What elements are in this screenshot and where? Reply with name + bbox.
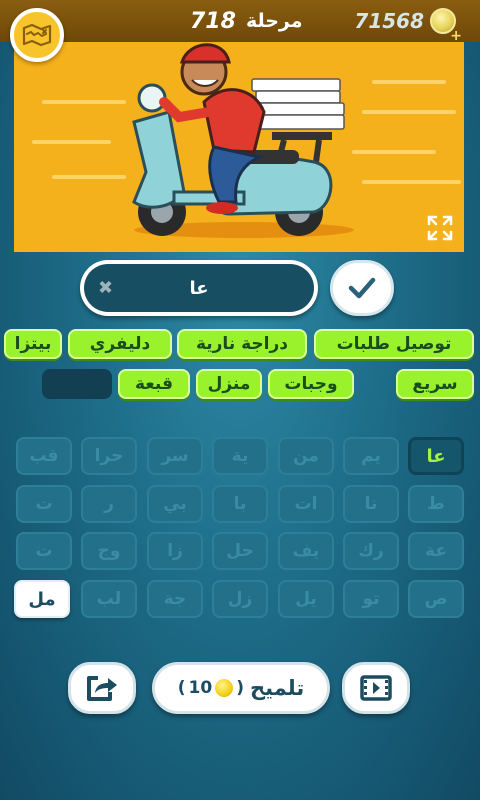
letter-tile[interactable]: تو: [343, 580, 399, 618]
answer-box: ✖ عا: [80, 260, 318, 316]
film-icon: [360, 675, 392, 701]
coin-icon: [215, 679, 234, 697]
letter-tile[interactable]: سر: [147, 437, 203, 475]
word-chip: قبعة: [118, 369, 190, 399]
empty-word-slot: [42, 369, 112, 399]
map-icon: [22, 23, 52, 47]
hint-button[interactable]: تلميح ( 10 ): [152, 662, 330, 714]
hint-cost: ( 10 ): [178, 678, 244, 698]
word-chip: توصيل طلبات: [314, 329, 474, 359]
letter-tile[interactable]: ت: [16, 532, 72, 570]
delivery-scooter-illustration: [14, 42, 464, 252]
level-label: مرحلة: [245, 10, 303, 32]
letter-tile[interactable]: وج: [81, 532, 137, 570]
share-button[interactable]: [68, 662, 136, 714]
answer-field: ✖ عا: [84, 264, 314, 312]
hint-paren-open: (: [177, 678, 186, 698]
check-icon: [348, 277, 376, 299]
letter-tile[interactable]: يل: [278, 580, 334, 618]
letter-tile[interactable]: مل: [14, 580, 70, 618]
level-number: 718: [190, 8, 236, 34]
letter-tile[interactable]: ر: [81, 485, 137, 523]
letter-tile[interactable]: بي: [147, 485, 203, 523]
word-chip: بيتزا: [4, 329, 62, 359]
coin-balance: 71568: [354, 6, 456, 36]
letter-tile[interactable]: يم: [343, 437, 399, 475]
letter-tile[interactable]: ية: [212, 437, 268, 475]
letter-tile[interactable]: ص: [408, 580, 464, 618]
letter-tile[interactable]: نا: [343, 485, 399, 523]
top-bar: مرحلة 718 71568 +: [0, 0, 480, 44]
letter-tile[interactable]: ت: [16, 485, 72, 523]
word-chip: سريع: [396, 369, 474, 399]
letter-tile[interactable]: جة: [147, 580, 203, 618]
letter-tile[interactable]: با: [212, 485, 268, 523]
coin-count: 71568: [354, 9, 424, 33]
expand-icon[interactable]: [426, 214, 454, 242]
hint-label: تلميح: [250, 676, 305, 700]
letter-tile[interactable]: حل: [212, 532, 268, 570]
watch-video-button[interactable]: [342, 662, 410, 714]
letter-tile[interactable]: رك: [343, 532, 399, 570]
clear-icon[interactable]: ✖: [98, 278, 113, 299]
submit-button[interactable]: [330, 260, 394, 316]
level-indicator: مرحلة 718: [190, 6, 303, 36]
letter-tile[interactable]: ات: [278, 485, 334, 523]
word-chip: وجبات: [268, 369, 354, 399]
letter-tile[interactable]: قب: [16, 437, 72, 475]
letter-tile[interactable]: من: [278, 437, 334, 475]
letter-tile[interactable]: ط: [408, 485, 464, 523]
hint-paren-close: ): [236, 678, 244, 698]
letter-tile[interactable]: زا: [147, 532, 203, 570]
word-chip: دراجة نارية: [177, 329, 307, 359]
letter-tile[interactable]: زل: [212, 580, 268, 618]
answer-text: عا: [189, 277, 209, 299]
letter-tile[interactable]: يف: [278, 532, 334, 570]
share-icon: [87, 676, 117, 701]
hint-cost-value: 10: [188, 678, 213, 698]
letter-tile[interactable]: حرا: [81, 437, 137, 475]
letter-tile[interactable]: عة: [408, 532, 464, 570]
letter-tile[interactable]: عا: [408, 437, 464, 475]
back-button[interactable]: [10, 8, 64, 62]
word-chip: دليفري: [68, 329, 172, 359]
letter-tile[interactable]: لب: [81, 580, 137, 618]
puzzle-picture: [14, 42, 464, 252]
word-chip: منزل: [196, 369, 262, 399]
